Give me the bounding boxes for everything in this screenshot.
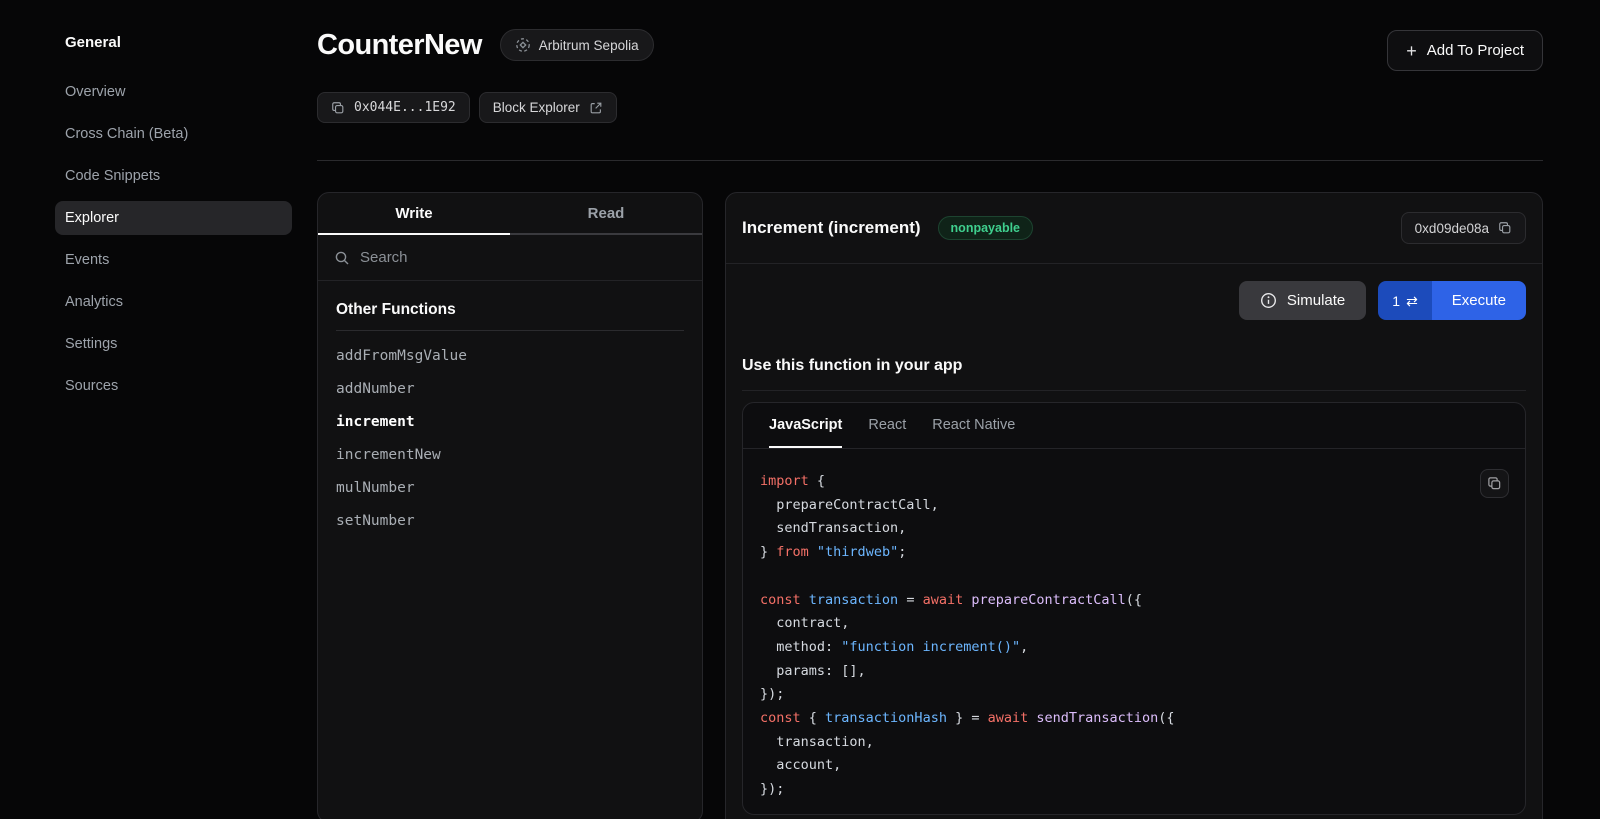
contract-header: CounterNew Arbitrum Sepolia + Add To Pro… [317,28,1543,71]
sidebar-nav: Overview Cross Chain (Beta) Code Snippets E… [55,75,292,403]
code-line: const transaction = await prepareContrac… [760,589,1508,613]
main-content: CounterNew Arbitrum Sepolia + Add To Pro… [300,0,1600,819]
sidebar-item-analytics[interactable]: Analytics [55,285,292,319]
code-block: import { prepareContractCall, sendTransa… [760,470,1508,802]
header-divider [317,160,1543,161]
tab-read[interactable]: Read [510,193,702,235]
code-tab-javascript[interactable]: JavaScript [769,403,842,448]
simulate-label: Simulate [1287,292,1345,309]
function-list: addFromMsgValueaddNumberincrementincreme… [336,339,684,537]
function-item-incrementnew[interactable]: incrementNew [336,438,684,471]
function-title: Increment (increment) [742,218,921,238]
add-to-project-button[interactable]: + Add To Project [1387,30,1543,71]
code-line: }); [760,778,1508,802]
code-line: account, [760,754,1508,778]
code-line: prepareContractCall, [760,494,1508,518]
execute-count-value: 1 [1392,293,1400,309]
function-item-mulnumber[interactable]: mulNumber [336,471,684,504]
code-line [760,565,1508,589]
block-explorer-button[interactable]: Block Explorer [479,92,617,123]
function-list-body: Other Functions addFromMsgValueaddNumber… [318,281,702,537]
execute-count[interactable]: 1 ⇄ [1378,281,1432,320]
block-explorer-label: Block Explorer [493,100,580,115]
function-section-divider [336,330,684,331]
network-icon [515,37,531,53]
code-line: contract, [760,612,1508,636]
page: General Overview Cross Chain (Beta) Code S… [0,0,1600,819]
code-tab-react-native[interactable]: React Native [932,403,1015,448]
tab-write[interactable]: Write [318,193,510,235]
swap-icon: ⇄ [1406,294,1418,308]
search-icon [334,250,350,266]
copy-icon [331,101,345,115]
page-title: CounterNew [317,28,482,62]
code-line: } from "thirdweb"; [760,541,1508,565]
simulate-button[interactable]: Simulate [1239,281,1366,320]
sidebar-item-sources[interactable]: Sources [55,369,292,403]
copy-icon [1487,476,1502,491]
external-link-icon [589,101,603,115]
copy-code-button[interactable] [1480,469,1509,498]
contract-address-button[interactable]: 0x044E...1E92 [317,92,470,123]
contract-address: 0x044E...1E92 [354,100,456,115]
sidebar: General Overview Cross Chain (Beta) Code S… [0,0,300,819]
contract-meta-row: 0x044E...1E92 Block Explorer [317,92,1543,123]
code-line: params: [], [760,660,1508,684]
network-badge[interactable]: Arbitrum Sepolia [500,29,654,61]
sidebar-item-settings[interactable]: Settings [55,327,292,361]
copy-icon [1498,221,1512,235]
function-detail-panel: Increment (increment) nonpayable 0xd09de… [725,192,1543,819]
code-line: }); [760,683,1508,707]
plus-icon: + [1406,42,1417,60]
explorer-panels: WriteRead Other Functions addFromMsgValu… [317,192,1543,819]
function-selector: 0xd09de08a [1415,221,1489,236]
usage-title: Use this function in your app [726,357,1542,375]
code-line: method: "function increment()", [760,636,1508,660]
code-area: import { prepareContractCall, sendTransa… [743,449,1525,802]
code-line: sendTransaction, [760,517,1508,541]
code-tab-react[interactable]: React [868,403,906,448]
write-read-tabs: WriteRead [318,193,702,235]
function-search-input[interactable] [360,249,686,266]
title-group: CounterNew Arbitrum Sepolia [317,28,654,62]
function-section-title: Other Functions [336,301,684,319]
sidebar-section-title: General [55,34,292,51]
code-language-tabs: JavaScript React React Native [743,403,1525,449]
function-item-addfrommsgvalue[interactable]: addFromMsgValue [336,339,684,372]
actions-row: Simulate 1 ⇄ Execute [726,281,1542,320]
function-item-increment[interactable]: increment [336,405,684,438]
function-item-setnumber[interactable]: setNumber [336,504,684,537]
function-item-addnumber[interactable]: addNumber [336,372,684,405]
sidebar-item-events[interactable]: Events [55,243,292,277]
execute-button[interactable]: 1 ⇄ Execute [1378,281,1526,320]
code-line: transaction, [760,731,1508,755]
usage-divider [742,390,1526,391]
add-to-project-label: Add To Project [1427,42,1524,59]
function-selector-button[interactable]: 0xd09de08a [1401,212,1526,244]
network-badge-label: Arbitrum Sepolia [539,38,639,53]
function-detail-header: Increment (increment) nonpayable 0xd09de… [726,193,1542,264]
functions-panel: WriteRead Other Functions addFromMsgValu… [317,192,703,819]
code-line: const { transactionHash } = await sendTr… [760,707,1508,731]
sidebar-item-code-snippets[interactable]: Code Snippets [55,159,292,193]
code-card: JavaScript React React Native import { pre… [742,402,1526,815]
sidebar-item-cross-chain-beta[interactable]: Cross Chain (Beta) [55,117,292,151]
function-search-row [318,235,702,281]
sidebar-item-explorer[interactable]: Explorer [55,201,292,235]
execute-main-button[interactable]: Execute [1432,281,1526,320]
info-icon [1260,292,1277,309]
mutability-badge: nonpayable [938,216,1033,240]
code-line: import { [760,470,1508,494]
sidebar-item-overview[interactable]: Overview [55,75,292,109]
